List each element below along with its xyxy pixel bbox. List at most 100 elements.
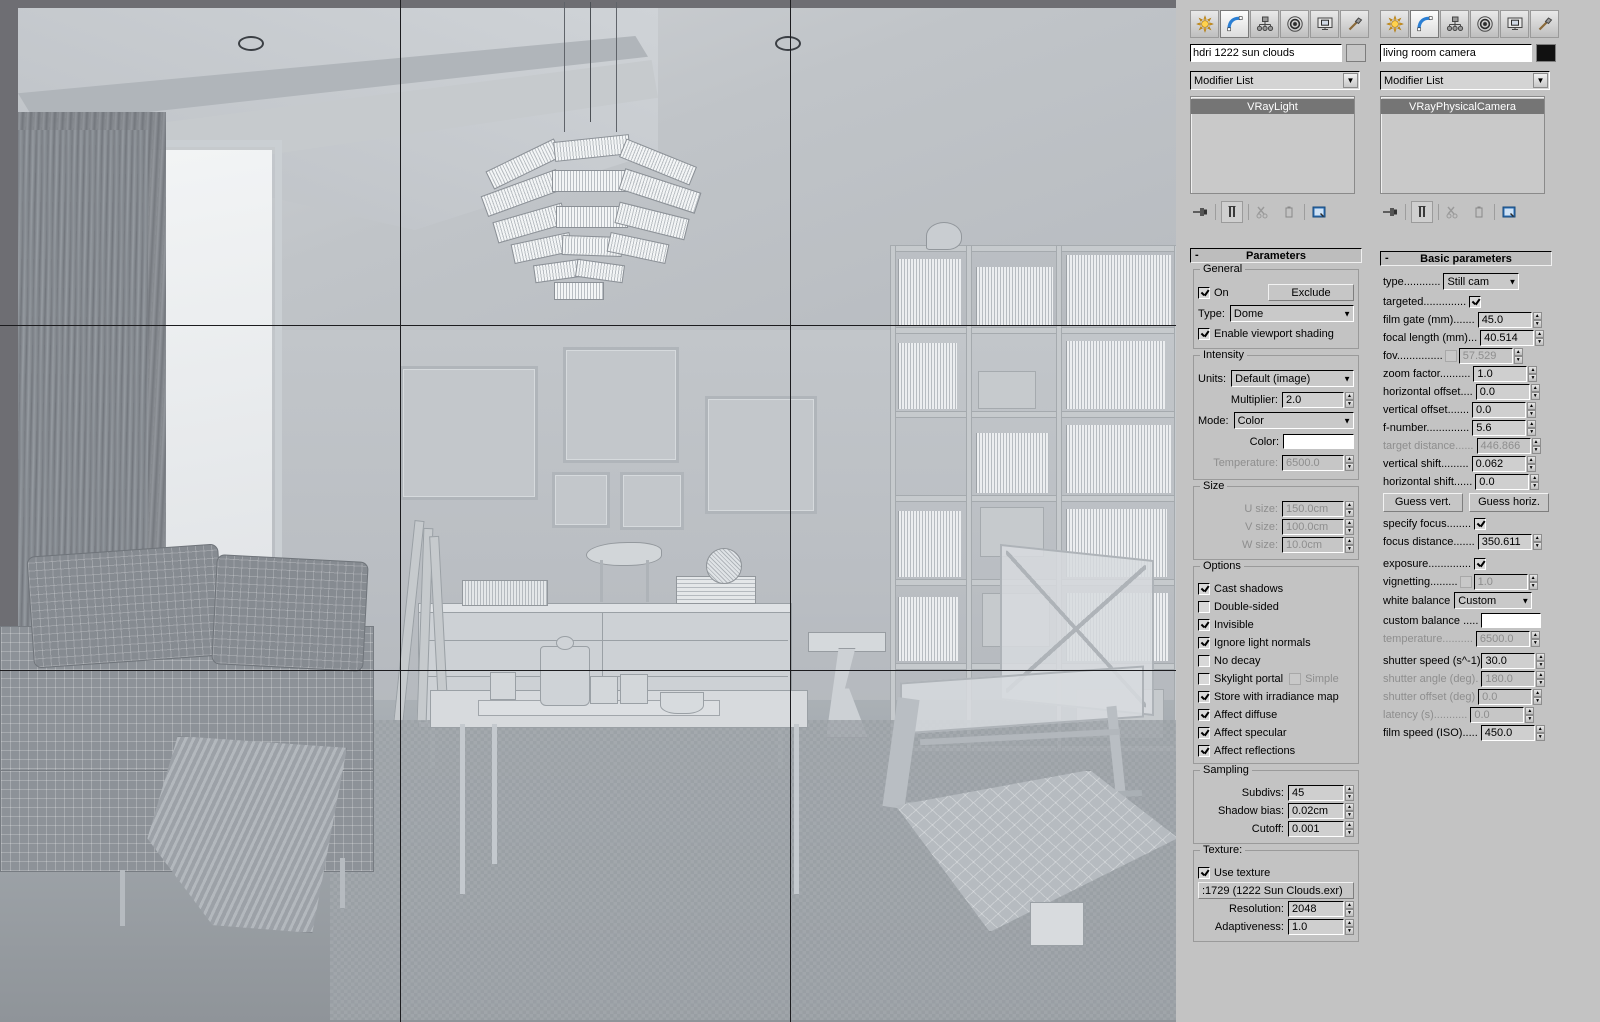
object-name-input[interactable]: living room camera	[1380, 44, 1532, 62]
pin-stack-icon[interactable]	[1190, 202, 1210, 222]
viewport-shading-checkbox[interactable]	[1198, 328, 1210, 340]
show-end-result-icon[interactable]	[1221, 201, 1243, 223]
fov-input[interactable]: 57.529	[1459, 348, 1513, 364]
guess-horiz-button[interactable]: Guess horiz.	[1469, 493, 1549, 512]
horizontal-shift-input[interactable]: 0.0	[1475, 474, 1529, 490]
white-balance-select[interactable]: Custom ▼	[1454, 592, 1532, 609]
tab-hierarchy-icon[interactable]	[1250, 10, 1279, 38]
focus-distance-spinner[interactable]: ▲▼	[1533, 534, 1542, 550]
exclude-button[interactable]: Exclude	[1268, 284, 1354, 301]
w-size-spinner[interactable]: ▲▼	[1345, 537, 1354, 553]
latency-input[interactable]: 0.0	[1470, 707, 1524, 723]
tab-modify-icon[interactable]	[1410, 10, 1439, 38]
tab-motion-icon[interactable]	[1470, 10, 1499, 38]
configure-sets-icon[interactable]	[1310, 202, 1330, 222]
focal-length-spinner[interactable]: ▲▼	[1535, 330, 1544, 346]
camera-temperature-spinner[interactable]: ▲▼	[1531, 631, 1540, 647]
pin-stack-icon[interactable]	[1380, 202, 1400, 222]
on-checkbox[interactable]	[1198, 287, 1210, 299]
film-speed-spinner[interactable]: ▲▼	[1536, 725, 1545, 741]
fov-spinner[interactable]: ▲▼	[1514, 348, 1523, 364]
film-speed-input[interactable]: 450.0	[1481, 725, 1535, 741]
w-size-input[interactable]: 10.0cm	[1282, 537, 1344, 553]
multiplier-spinner[interactable]: ▲▼	[1345, 392, 1354, 408]
simple-checkbox[interactable]	[1289, 673, 1301, 685]
tab-modify-icon[interactable]	[1220, 10, 1249, 38]
f-number-input[interactable]: 5.6	[1472, 420, 1526, 436]
film-gate-input[interactable]: 45.0	[1478, 312, 1532, 328]
shutter-offset-spinner[interactable]: ▲▼	[1533, 689, 1542, 705]
remove-modifier-icon[interactable]	[1279, 202, 1299, 222]
cutoff-input[interactable]: 0.001	[1288, 821, 1344, 837]
double-sided-checkbox[interactable]	[1198, 601, 1210, 613]
latency-spinner[interactable]: ▲▼	[1525, 707, 1534, 723]
modifier-list-dropdown[interactable]: Modifier List ▼	[1190, 71, 1360, 90]
tab-utilities-icon[interactable]	[1340, 10, 1369, 38]
f-number-spinner[interactable]: ▲▼	[1527, 420, 1536, 436]
vignetting-spinner[interactable]: ▲▼	[1529, 574, 1538, 590]
vignetting-input[interactable]: 1.0	[1474, 574, 1528, 590]
shutter-speed-spinner[interactable]: ▲▼	[1536, 653, 1545, 669]
stack-item-vraylight[interactable]: VRayLight	[1191, 99, 1354, 114]
shadow-bias-spinner[interactable]: ▲▼	[1345, 803, 1354, 819]
ignore-light-normals-checkbox[interactable]	[1198, 637, 1210, 649]
vertical-shift-spinner[interactable]: ▲▼	[1527, 456, 1536, 472]
tab-motion-icon[interactable]	[1280, 10, 1309, 38]
object-color-swatch[interactable]	[1536, 44, 1556, 62]
vertical-shift-input[interactable]: 0.062	[1472, 456, 1526, 472]
chevron-down-icon[interactable]: ▼	[1343, 416, 1351, 425]
rollout-header-parameters[interactable]: - Parameters	[1190, 248, 1362, 263]
configure-sets-icon[interactable]	[1500, 202, 1520, 222]
v-size-input[interactable]: 100.0cm	[1282, 519, 1344, 535]
subdivs-spinner[interactable]: ▲▼	[1345, 785, 1354, 801]
tab-display-icon[interactable]	[1310, 10, 1339, 38]
vertical-offset-input[interactable]: 0.0	[1472, 402, 1526, 418]
vertical-offset-spinner[interactable]: ▲▼	[1527, 402, 1536, 418]
tab-create-icon[interactable]	[1380, 10, 1409, 38]
affect-diffuse-checkbox[interactable]	[1198, 709, 1210, 721]
u-size-input[interactable]: 150.0cm	[1282, 501, 1344, 517]
cast-shadows-checkbox[interactable]	[1198, 583, 1210, 595]
tab-display-icon[interactable]	[1500, 10, 1529, 38]
viewport[interactable]	[0, 0, 1176, 1022]
targeted-checkbox[interactable]	[1469, 296, 1481, 308]
temperature-spinner[interactable]: ▲▼	[1345, 455, 1354, 471]
chevron-down-icon[interactable]: ▼	[1343, 309, 1351, 318]
light-name-row[interactable]: hdri 1222 sun clouds	[1190, 44, 1366, 62]
multiplier-input[interactable]: 2.0	[1282, 392, 1344, 408]
store-with-irradiance-map-checkbox[interactable]	[1198, 691, 1210, 703]
horizontal-shift-spinner[interactable]: ▲▼	[1530, 474, 1539, 490]
make-unique-icon[interactable]	[1444, 202, 1464, 222]
horizontal-offset-input[interactable]: 0.0	[1476, 384, 1530, 400]
adaptiveness-input[interactable]: 1.0	[1288, 919, 1344, 935]
stack-item-vrayphysicalcamera[interactable]: VRayPhysicalCamera	[1381, 99, 1544, 114]
exposure-checkbox[interactable]	[1474, 558, 1486, 570]
shutter-speed-input[interactable]: 30.0	[1481, 653, 1535, 669]
camera-type-select[interactable]: Still cam ▼	[1443, 273, 1519, 290]
tab-utilities-icon[interactable]	[1530, 10, 1559, 38]
cutoff-spinner[interactable]: ▲▼	[1345, 821, 1354, 837]
light-type-select[interactable]: Dome ▼	[1230, 305, 1354, 322]
remove-modifier-icon[interactable]	[1469, 202, 1489, 222]
invisible-checkbox[interactable]	[1198, 619, 1210, 631]
mode-select[interactable]: Color ▼	[1234, 412, 1354, 429]
shutter-offset-input[interactable]: 0.0	[1478, 689, 1532, 705]
object-name-input[interactable]: hdri 1222 sun clouds	[1190, 44, 1342, 62]
shutter-angle-spinner[interactable]: ▲▼	[1536, 671, 1545, 687]
vignetting-checkbox[interactable]	[1460, 576, 1472, 588]
collapse-icon[interactable]: -	[1385, 252, 1389, 264]
tab-hierarchy-icon[interactable]	[1440, 10, 1469, 38]
tab-create-icon[interactable]	[1190, 10, 1219, 38]
resolution-input[interactable]: 2048	[1288, 901, 1344, 917]
affect-specular-checkbox[interactable]	[1198, 727, 1210, 739]
camera-temperature-input[interactable]: 6500.0	[1476, 631, 1530, 647]
chevron-down-icon[interactable]: ▼	[1509, 277, 1517, 286]
film-gate-spinner[interactable]: ▲▼	[1533, 312, 1542, 328]
modifier-stack[interactable]: VRayPhysicalCamera	[1380, 96, 1545, 194]
adaptiveness-spinner[interactable]: ▲▼	[1345, 919, 1354, 935]
stack-tools[interactable]	[1190, 200, 1355, 224]
light-color-swatch[interactable]	[1283, 434, 1354, 449]
zoom-factor-input[interactable]: 1.0	[1473, 366, 1527, 382]
zoom-factor-spinner[interactable]: ▲▼	[1528, 366, 1537, 382]
temperature-input[interactable]: 6500.0	[1282, 455, 1344, 471]
